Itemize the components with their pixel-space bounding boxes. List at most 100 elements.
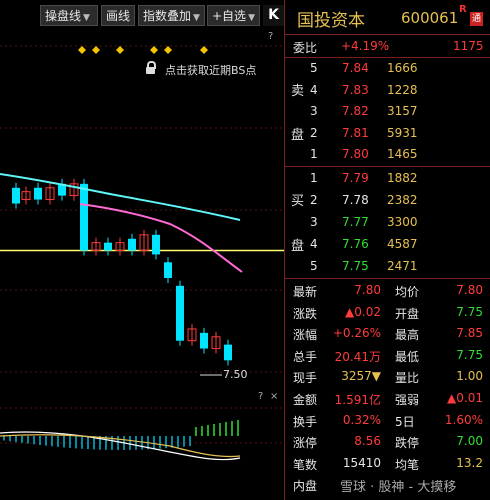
buy-price: 7.75 [342,259,369,273]
sell-level: 2 [310,125,318,140]
watermark: 雪球 · 股神 - 大摸移 [340,480,457,495]
buy-row: 4 7.76 4587 [285,234,490,253]
candle-down [80,183,88,251]
kline-chart-panel[interactable]: 操盘线 ▼ 画线 指数叠加 ▼ +自选 ▼ K ? 点击获取近期BS点 7.50 ? … [0,0,284,500]
sell-price: 7.80 [342,147,369,162]
sell-volume: 1465 [387,147,418,162]
signal-diamond-icon[interactable] [164,46,172,54]
signal-diamond-icon[interactable] [78,46,86,54]
candle-down [176,285,184,341]
stat-row: 涨停 8.56 跌停 7.00 [285,431,490,450]
stock-code: 600061 [401,9,459,27]
stat-row: 总手 20.41万 最低 7.75 [285,345,490,364]
low-price-label: 7.50 [223,368,248,381]
sell-row: 1 7.80 1465 [285,144,490,163]
stat-label: 均笔 [395,457,420,472]
macd-dea-line [0,434,241,458]
sell-row: 3 7.82 3157 [285,101,490,120]
draw-line-button[interactable]: 画线 [101,5,135,26]
stat-label: 跌停 [395,436,420,451]
stat-value: 0.32% [342,412,381,427]
stat-value: 8.56 [354,434,381,449]
stat-row: 涨幅 +0.26% 最高 7.85 [285,323,490,342]
buy-volume: 2382 [387,193,418,207]
buy-level: 2 [310,193,318,207]
buy-level: 5 [310,259,318,273]
buy-volume: 1882 [387,171,418,185]
chevron-down-icon: ▼ [193,13,200,23]
sell-level: 3 [310,104,318,119]
collapse-k-label: K [268,7,279,23]
quote-panel: 国投资本 600061 R 通 委比 +4.19% 1175 卖 盘 5 7.84… [284,0,490,500]
candle-down [128,238,136,251]
bs-point-tip[interactable]: 点击获取近期BS点 [146,61,257,78]
stat-label: 笔数 [293,457,318,472]
sell-row: 4 7.83 1228 [285,80,490,99]
stat-row: 换手 0.32% 5日 1.60% [285,410,490,429]
stat-label: 最新 [293,285,318,299]
candle-down [224,344,232,361]
candle-down [12,191,20,204]
stat-row: 笔数 15410 均笔 13.2 [285,453,490,472]
chevron-down-icon: ▼ [83,13,90,23]
stat-label: 5日 [395,414,415,429]
add-favorite-dropdown[interactable]: +自选 ▼ [207,5,260,26]
buy-level: 4 [310,237,318,251]
help-icon[interactable]: ? [268,31,273,42]
buy-row: 2 7.78 2382 [285,190,490,209]
close-icon[interactable]: × [270,391,278,402]
chart-toolbar: 操盘线 ▼ 画线 指数叠加 ▼ +自选 ▼ K [0,2,284,28]
stat-value: 7.80 [456,283,483,297]
stat-value: 13.2 [456,455,483,470]
stat-row: 涨跌 ▲0.02 开盘 7.75 [285,302,490,321]
sell-row: 2 7.81 5931 [285,123,490,142]
lock-icon [146,61,156,74]
buy-row: 5 7.75 2471 [285,256,490,275]
stat-value: 20.41万 [334,349,381,364]
weibi-label: 委比 [293,41,318,55]
candle-down [200,332,208,349]
candlestick-plot[interactable] [0,28,284,390]
signal-diamond-icon[interactable] [150,46,158,54]
candle-down [164,262,172,278]
stat-label: 总手 [293,349,318,364]
weibi-row: 委比 +4.19% 1175 [285,36,490,55]
signal-diamond-icon[interactable] [92,46,100,54]
candle-down [104,242,112,251]
stat-value: 3257▼ [341,369,381,384]
indicator-plot[interactable] [0,388,284,500]
buy-level: 3 [310,215,318,229]
stat-label: 最高 [395,328,420,343]
stat-value: 1.591亿 [334,393,381,407]
collapse-k-button[interactable]: K [263,5,284,26]
stat-value: +0.26% [332,326,381,341]
stat-value: 7.75 [456,347,483,362]
stat-label: 涨跌 [293,306,318,321]
sell-price: 7.82 [342,104,369,119]
sell-level: 4 [310,82,318,97]
candle-down [34,187,42,200]
stat-label: 均价 [395,285,420,299]
market-line-dropdown[interactable]: 操盘线 ▼ [40,5,98,26]
stat-label: 强弱 [395,393,420,407]
sell-volume: 1666 [387,61,418,75]
buy-price: 7.76 [342,237,369,251]
stat-label: 现手 [293,371,318,386]
help-icon[interactable]: ? [258,391,263,402]
index-overlay-label: 指数叠加 [143,9,192,23]
sell-price: 7.84 [342,61,369,75]
signal-diamond-icon[interactable] [116,46,124,54]
stat-value: 7.85 [456,326,483,341]
rzrq-badge: R [459,4,467,15]
sell-row: 5 7.84 1666 [285,58,490,77]
index-overlay-dropdown[interactable]: 指数叠加 ▼ [138,5,205,26]
bs-tip-label: 点击获取近期BS点 [165,64,257,77]
stat-value: 1.60% [444,412,483,427]
buy-row: 1 7.79 1882 [285,168,490,187]
market-line-label: 操盘线 [45,9,82,23]
buy-volume: 4587 [387,237,418,251]
signal-diamond-icon[interactable] [200,46,208,54]
add-favorite-label: +自选 [212,9,247,23]
sell-level: 5 [310,61,318,75]
buy-price: 7.77 [342,215,369,229]
